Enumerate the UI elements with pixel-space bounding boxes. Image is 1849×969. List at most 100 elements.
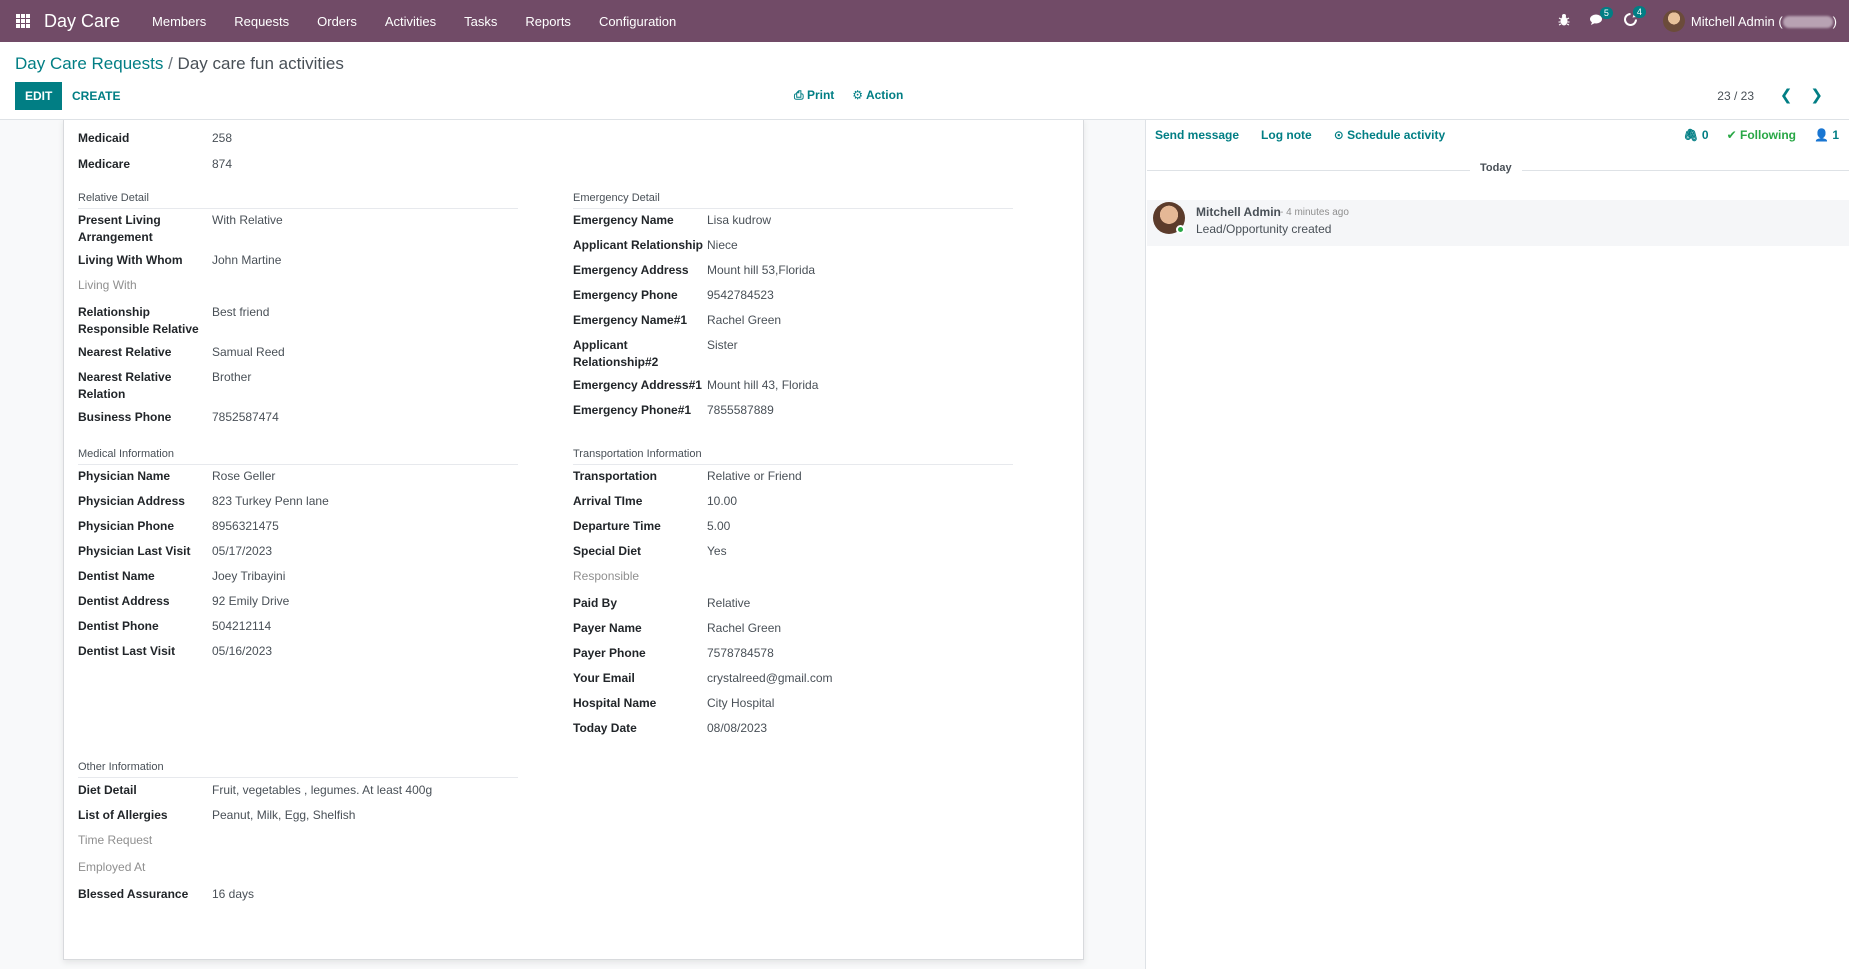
field-employed-at: Employed At	[78, 859, 212, 876]
field-label: Payer Name	[573, 621, 642, 635]
menu-requests[interactable]: Requests	[234, 14, 289, 29]
field-value[interactable]: 9542784523	[707, 287, 774, 304]
field-value[interactable]: Yes	[707, 543, 727, 560]
field-your-email: Your Email crystalreed@gmail.com	[573, 670, 833, 687]
send-message-button[interactable]: Send message	[1155, 128, 1239, 142]
followers-button[interactable]: 👤 1	[1814, 128, 1839, 142]
field-value[interactable]: 92 Emily Drive	[212, 593, 289, 610]
section-medical-information: Medical Information	[78, 448, 518, 465]
field-value[interactable]: John Martine	[212, 252, 281, 269]
user-avatar[interactable]	[1662, 10, 1685, 32]
field-value[interactable]: Best friend	[212, 304, 269, 321]
field-value[interactable]: 10.00	[707, 493, 737, 510]
menu-orders[interactable]: Orders	[317, 14, 357, 29]
breadcrumb-parent[interactable]: Day Care Requests	[15, 54, 163, 73]
field-value[interactable]: 823 Turkey Penn lane	[212, 493, 329, 510]
menu-reports[interactable]: Reports	[525, 14, 571, 29]
field-value[interactable]: Samual Reed	[212, 344, 285, 361]
field-label: Arrival TIme	[573, 494, 643, 508]
menu-members[interactable]: Members	[152, 14, 206, 29]
field-value[interactable]: Mount hill 43, Florida	[707, 377, 818, 394]
field-dentist-name: Dentist Name Joey Tribayini	[78, 568, 285, 585]
log-note-button[interactable]: Log note	[1261, 128, 1312, 142]
field-value[interactable]: Fruit, vegetables , legumes. At least 40…	[212, 782, 432, 799]
user-menu[interactable]: Mitchell Admin ()	[1691, 14, 1837, 29]
schedule-activity-button[interactable]: ⊙ Schedule activity	[1334, 128, 1445, 142]
field-value[interactable]: Brother	[212, 369, 251, 386]
followers-count: 1	[1832, 128, 1839, 142]
pager-next-icon[interactable]: ❯	[1810, 86, 1823, 104]
field-label: Living With	[78, 278, 137, 292]
create-button[interactable]: CREATE	[62, 82, 130, 110]
field-value[interactable]: 05/16/2023	[212, 643, 272, 660]
field-value[interactable]: Relative	[707, 595, 750, 612]
field-nearest-relative: Nearest Relative Samual Reed	[78, 344, 285, 361]
app-brand[interactable]: Day Care	[44, 11, 120, 32]
pager-value[interactable]: 23 / 23	[1717, 89, 1754, 103]
field-value[interactable]: 05/17/2023	[212, 543, 272, 560]
field-label: Payer Phone	[573, 646, 646, 660]
field-value[interactable]: Relative or Friend	[707, 468, 802, 485]
field-value[interactable]: Rose Geller	[212, 468, 275, 485]
field-value[interactable]: 7852587474	[212, 409, 279, 426]
field-value[interactable]: 08/08/2023	[707, 720, 767, 737]
print-label: Print	[806, 88, 835, 102]
activities-clock-icon[interactable]: 4	[1623, 6, 1646, 29]
field-value[interactable]: Rachel Green	[707, 620, 781, 637]
field-emergency-address-1: Emergency Address#1 Mount hill 43, Flori…	[573, 377, 818, 394]
menu-tasks[interactable]: Tasks	[464, 14, 497, 29]
gear-icon: ⚙	[852, 88, 864, 102]
field-label: Medicare	[78, 157, 131, 171]
field-value[interactable]: 258	[212, 130, 232, 147]
apps-menu-icon[interactable]	[16, 14, 30, 28]
form-view[interactable]: Medicaid 258 Medicare 874 Relative Detai…	[0, 120, 1146, 969]
user-db-blurred	[1782, 16, 1833, 29]
field-value[interactable]: 874	[212, 156, 232, 173]
field-today-date: Today Date 08/08/2023	[573, 720, 767, 737]
field-value[interactable]: 8956321475	[212, 518, 279, 535]
action-menu[interactable]: ⚙ Action	[852, 88, 903, 103]
field-living-with-whom: Living With Whom John Martine	[78, 252, 281, 269]
bug-icon[interactable]	[1558, 13, 1570, 29]
following-button[interactable]: ✔ Following	[1727, 128, 1796, 142]
field-label: Physician Phone	[78, 519, 175, 533]
field-value[interactable]: Lisa kudrow	[707, 212, 771, 229]
field-value[interactable]: Joey Tribayini	[212, 568, 285, 585]
field-value[interactable]: Peanut, Milk, Egg, Shelfish	[212, 807, 355, 824]
field-value[interactable]: City Hospital	[707, 695, 774, 712]
field-value[interactable]: 16 days	[212, 886, 254, 903]
field-label: Physician Last Visit	[78, 544, 191, 558]
field-label: Diet Detail	[78, 783, 137, 797]
field-value[interactable]: Rachel Green	[707, 312, 781, 329]
print-menu[interactable]: ⎙ Print	[794, 88, 834, 103]
field-value[interactable]: 504212114	[212, 618, 271, 635]
field-label: Today Date	[573, 721, 637, 735]
chatter-message[interactable]: Mitchell Admin - 4 minutes ago Lead/Oppo…	[1147, 200, 1849, 246]
field-label: Dentist Phone	[78, 619, 159, 633]
field-value[interactable]: 5.00	[707, 518, 730, 535]
field-label: Employed At	[78, 860, 146, 874]
messages-icon[interactable]: 5	[1589, 6, 1613, 29]
field-label: Departure Time	[573, 519, 661, 533]
menu-configuration[interactable]: Configuration	[599, 14, 676, 29]
menu-activities[interactable]: Activities	[385, 14, 436, 29]
message-time: - 4 minutes ago	[1280, 207, 1349, 218]
breadcrumb: Day Care Requests / Day care fun activit…	[15, 54, 344, 74]
message-author[interactable]: Mitchell Admin	[1196, 205, 1281, 219]
field-value[interactable]: 7855587889	[707, 402, 774, 419]
action-bar: ⎙ Print ⚙ Action	[794, 88, 903, 103]
field-value[interactable]: 7578784578	[707, 645, 774, 662]
chatter-status: 🖇 0 ✔ Following 👤 1	[1683, 128, 1839, 142]
field-value[interactable]: Mount hill 53,Florida	[707, 262, 815, 279]
field-value[interactable]: Niece	[707, 237, 738, 254]
attachments-button[interactable]: 🖇 0	[1683, 128, 1708, 142]
field-medicaid: Medicaid 258	[78, 130, 232, 147]
field-value[interactable]: crystalreed@gmail.com	[707, 670, 833, 687]
field-label: Relationship Responsible Relative	[78, 305, 199, 336]
action-label: Action	[865, 88, 904, 102]
pager-previous-icon[interactable]: ❮	[1780, 86, 1793, 104]
field-value[interactable]: Sister	[707, 337, 738, 354]
edit-button[interactable]: EDIT	[15, 82, 63, 110]
online-status-icon	[1176, 225, 1185, 234]
field-value[interactable]: With Relative	[212, 212, 283, 229]
